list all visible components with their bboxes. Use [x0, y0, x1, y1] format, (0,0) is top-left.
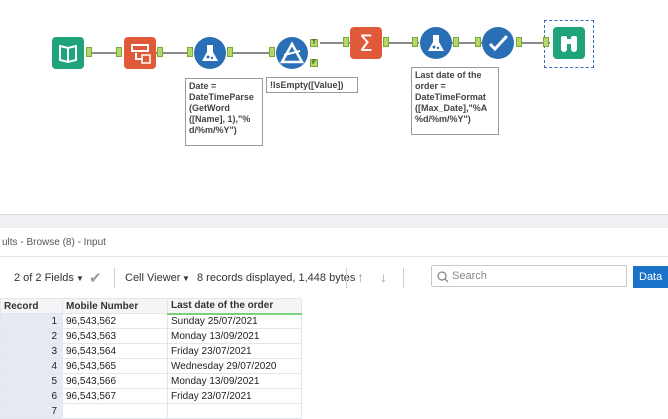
records-summary: 8 records displayed, 1,448 bytes	[197, 272, 356, 284]
column-header[interactable]: Last date of the order	[167, 298, 302, 315]
workflow-canvas[interactable]: T F Σ Date = DateTimeParse (GetWord ([Na…	[0, 0, 668, 210]
checkmark-icon[interactable]: ✔	[89, 269, 102, 287]
record-cell: 3	[0, 343, 63, 359]
arrow-down-icon[interactable]: ↓	[380, 269, 387, 285]
output-anchor[interactable]	[383, 37, 389, 47]
table-row[interactable]: 3 96,543,564 Friday 23/07/2021	[0, 343, 302, 359]
output-anchor[interactable]	[86, 47, 92, 57]
formula-icon	[202, 45, 218, 61]
table-cell[interactable]	[167, 403, 302, 419]
browse-tool[interactable]	[553, 27, 585, 59]
cell-viewer-dropdown[interactable]: Cell Viewer	[125, 272, 180, 284]
record-cell: 1	[0, 313, 63, 329]
results-toolbar: 2 of 2 Fields ▼ ✔ Cell Viewer ▼ 8 record…	[0, 258, 668, 298]
svg-text:Σ: Σ	[359, 32, 373, 57]
output-anchor[interactable]	[516, 37, 522, 47]
select-icon	[488, 35, 508, 52]
table-cell[interactable]: Friday 23/07/2021	[167, 343, 302, 359]
data-button[interactable]: Data	[633, 266, 668, 288]
table-cell[interactable]: Monday 13/09/2021	[167, 328, 302, 344]
input-anchor[interactable]	[343, 37, 349, 47]
table-row[interactable]: 7	[0, 403, 302, 419]
formula-annotation: Date = DateTimeParse (GetWord ([Name], 1…	[185, 78, 263, 146]
record-cell: 2	[0, 328, 63, 344]
input-anchor[interactable]	[269, 47, 275, 57]
formula-icon	[428, 35, 444, 51]
table-cell[interactable]: 96,543,562	[62, 313, 168, 329]
output-anchor[interactable]	[453, 37, 459, 47]
divider	[114, 268, 115, 288]
table-cell[interactable]: 96,543,566	[62, 373, 168, 389]
text-to-columns-tool[interactable]	[124, 37, 156, 69]
formula-annotation-2: Last date of the order = DateTimeFormat …	[411, 67, 499, 135]
table-cell[interactable]: 96,543,565	[62, 358, 168, 374]
panel-splitter[interactable]	[0, 214, 668, 228]
input-anchor[interactable]	[116, 47, 122, 57]
summarize-icon: Σ	[359, 32, 373, 57]
formula-tool[interactable]	[194, 37, 226, 69]
arrow-up-icon[interactable]: ↑	[357, 269, 364, 285]
connection	[227, 52, 275, 54]
grid-header-row: Record Mobile Number Last date of the or…	[0, 298, 302, 315]
table-cell[interactable]: Friday 23/07/2021	[167, 388, 302, 404]
table-row[interactable]: 5 96,543,566 Monday 13/09/2021	[0, 373, 302, 389]
input-anchor[interactable]	[543, 37, 549, 47]
table-row[interactable]: 4 96,543,565 Wednesday 29/07/2020	[0, 358, 302, 374]
divider	[403, 268, 404, 288]
browse-icon	[561, 36, 577, 52]
output-anchor[interactable]	[157, 47, 163, 57]
results-title-text: ults - Browse (8) - Input	[2, 237, 106, 248]
output-anchor[interactable]	[227, 47, 233, 57]
record-cell: 7	[0, 403, 63, 419]
results-grid: Record Mobile Number Last date of the or…	[0, 298, 302, 419]
divider	[346, 268, 347, 288]
table-cell[interactable]: 96,543,563	[62, 328, 168, 344]
filter-tool[interactable]	[276, 37, 308, 69]
table-row[interactable]: 2 96,543,563 Monday 13/09/2021	[0, 328, 302, 344]
search-icon	[437, 271, 449, 283]
chevron-down-icon[interactable]: ▼	[76, 274, 84, 283]
results-window-title: ults - Browse (8) - Input	[0, 229, 668, 257]
table-cell[interactable]: 96,543,567	[62, 388, 168, 404]
search-placeholder: Search	[452, 270, 487, 282]
filter-false-anchor[interactable]: F	[310, 59, 318, 67]
search-input[interactable]: Search	[431, 265, 627, 287]
text-to-columns-icon	[131, 44, 151, 64]
column-header[interactable]: Record	[0, 298, 63, 314]
chevron-down-icon[interactable]: ▼	[182, 274, 190, 283]
input-icon	[59, 44, 77, 64]
filter-annotation: !IsEmpty([Value])	[266, 77, 358, 93]
column-header[interactable]: Mobile Number	[62, 298, 168, 314]
input-tool[interactable]	[52, 37, 84, 69]
input-anchor[interactable]	[475, 37, 481, 47]
input-anchor[interactable]	[187, 47, 193, 57]
record-cell: 5	[0, 373, 63, 389]
select-tool[interactable]	[482, 27, 514, 59]
table-cell[interactable]: 96,543,564	[62, 343, 168, 359]
formula-tool-2[interactable]	[420, 27, 452, 59]
table-cell[interactable]: Monday 13/09/2021	[167, 373, 302, 389]
filter-true-anchor[interactable]: T	[310, 39, 318, 47]
table-cell[interactable]: Wednesday 29/07/2020	[167, 358, 302, 374]
summarize-tool[interactable]: Σ	[350, 27, 382, 59]
table-row[interactable]: 1 96,543,562 Sunday 25/07/2021	[0, 313, 302, 329]
table-cell[interactable]	[62, 403, 168, 419]
fields-dropdown[interactable]: 2 of 2 Fields	[14, 272, 74, 284]
record-cell: 4	[0, 358, 63, 374]
filter-icon	[279, 41, 305, 64]
record-cell: 6	[0, 388, 63, 404]
input-anchor[interactable]	[412, 37, 418, 47]
table-row[interactable]: 6 96,543,567 Friday 23/07/2021	[0, 388, 302, 404]
table-cell[interactable]: Sunday 25/07/2021	[167, 313, 302, 329]
